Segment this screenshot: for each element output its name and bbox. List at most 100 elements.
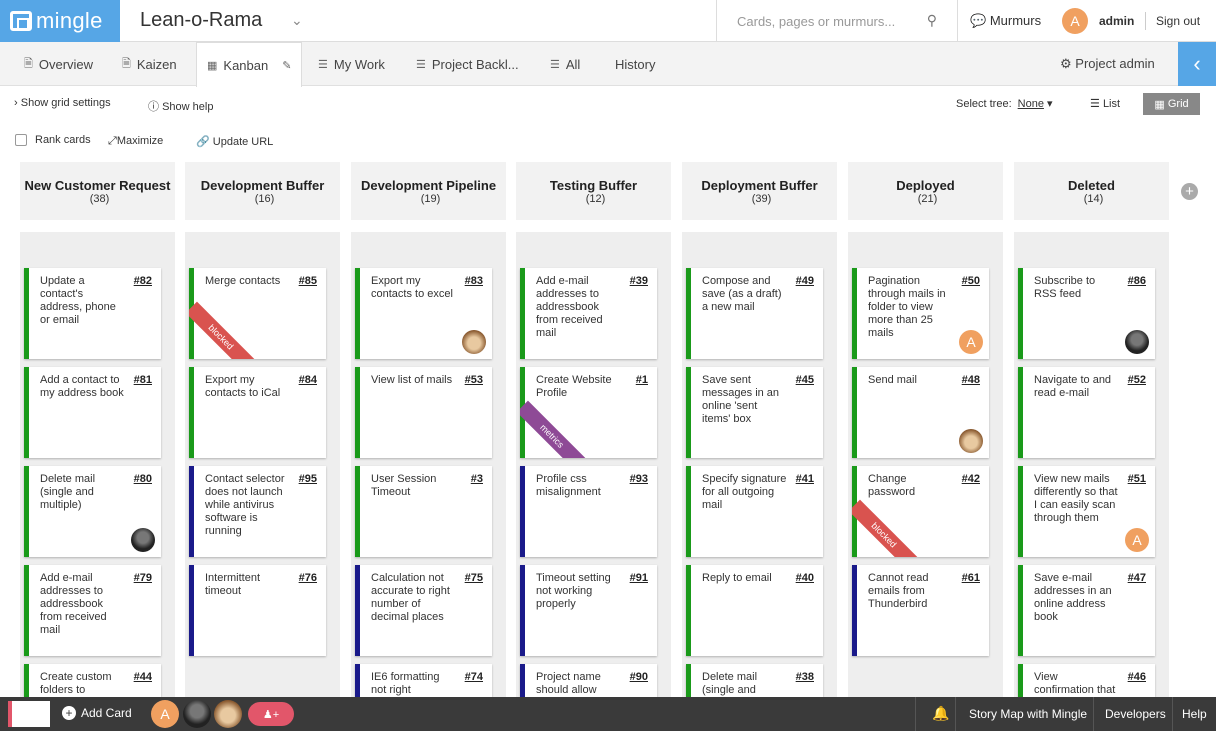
kanban-card[interactable]: Save sent messages in an online 'sent it… <box>686 367 823 458</box>
add-card-button[interactable]: + Add Card <box>62 706 132 720</box>
add-column-icon[interactable]: + <box>1181 183 1198 200</box>
card-owner-avatar[interactable] <box>131 528 155 552</box>
kanban-card[interactable]: Merge contacts #85 blocked <box>189 268 326 359</box>
pencil-icon[interactable]: ✎ <box>282 59 291 72</box>
kanban-card[interactable]: Calculation not accurate to right number… <box>355 565 492 656</box>
kanban-card[interactable]: Subscribe to RSS feed #86 <box>1018 268 1155 359</box>
card-owner-avatar[interactable]: A <box>1125 528 1149 552</box>
column-header[interactable]: Testing Buffer (12) <box>516 162 671 220</box>
kanban-card[interactable]: Project name should allow mixed case #90 <box>520 664 657 697</box>
card-number-link[interactable]: #74 <box>465 671 483 683</box>
select-tree[interactable]: Select tree: None ▾ <box>956 97 1053 110</box>
card-number-link[interactable]: #49 <box>796 275 814 287</box>
show-help[interactable]: ⓘ Show help <box>148 98 213 114</box>
card-number-link[interactable]: #95 <box>299 473 317 485</box>
tab-overview[interactable]: 🗎 Overview <box>24 42 93 86</box>
sign-out-link[interactable]: Sign out <box>1156 14 1200 28</box>
kanban-card[interactable]: Compose and save (as a draft) a new mail… <box>686 268 823 359</box>
kanban-card[interactable]: Add a contact to my address book #81 <box>24 367 161 458</box>
column-header[interactable]: Deployed (21) <box>848 162 1003 220</box>
card-number-link[interactable]: #52 <box>1128 374 1146 386</box>
card-number-link[interactable]: #85 <box>299 275 317 287</box>
card-owner-avatar[interactable] <box>1125 330 1149 354</box>
kanban-card[interactable]: Export my contacts to iCal #84 <box>189 367 326 458</box>
card-number-link[interactable]: #90 <box>630 671 648 683</box>
bell-icon[interactable]: 🔔 <box>932 705 949 722</box>
card-tray[interactable] <box>8 701 50 727</box>
tab-kanban[interactable]: ▦ Kanban ✎ <box>196 42 303 87</box>
story-map-link[interactable]: Story Map with Mingle <box>969 707 1087 721</box>
card-number-link[interactable]: #47 <box>1128 572 1146 584</box>
kanban-card[interactable]: Save e-mail addresses in an online addre… <box>1018 565 1155 656</box>
show-grid-settings[interactable]: › Show grid settings <box>14 97 111 109</box>
kanban-card[interactable]: Add e-mail addresses to addressbook from… <box>520 268 657 359</box>
invite-user-button[interactable]: ♟+ <box>248 702 294 726</box>
card-number-link[interactable]: #80 <box>134 473 152 485</box>
update-url-link[interactable]: 🔗 Update URL <box>196 135 273 148</box>
list-view-button[interactable]: ☰ List <box>1090 97 1120 110</box>
kanban-card[interactable]: View new mails differently so that I can… <box>1018 466 1155 557</box>
tab-history[interactable]: History <box>615 42 655 86</box>
help-link[interactable]: Help <box>1182 707 1207 721</box>
column-header[interactable]: Development Buffer (16) <box>185 162 340 220</box>
rank-cards-checkbox[interactable] <box>15 134 27 146</box>
card-number-link[interactable]: #44 <box>134 671 152 683</box>
card-number-link[interactable]: #38 <box>796 671 814 683</box>
team-avatar[interactable]: A <box>151 700 179 728</box>
grid-view-button[interactable]: ▦ Grid <box>1143 93 1200 115</box>
column-header[interactable]: Deleted (14) <box>1014 162 1169 220</box>
kanban-card[interactable]: Delete mail (single and multiple) #38 <box>686 664 823 697</box>
card-number-link[interactable]: #48 <box>962 374 980 386</box>
kanban-card[interactable]: Specify signature for all outgoing mail #… <box>686 466 823 557</box>
kanban-card[interactable]: IE6 formatting not right #74 <box>355 664 492 697</box>
card-number-link[interactable]: #81 <box>134 374 152 386</box>
kanban-card[interactable]: View confirmation that e-mail was sent #4… <box>1018 664 1155 697</box>
developers-link[interactable]: Developers <box>1105 707 1166 721</box>
kanban-card[interactable]: Add e-mail addresses to addressbook from… <box>24 565 161 656</box>
card-number-link[interactable]: #41 <box>796 473 814 485</box>
kanban-card[interactable]: Change password #42 blocked <box>852 466 989 557</box>
column-header[interactable]: Development Pipeline (19) <box>351 162 506 220</box>
team-avatar[interactable] <box>183 700 211 728</box>
tab-my-work[interactable]: ☰ My Work <box>318 42 385 86</box>
project-admin-link[interactable]: ⚙ Project admin <box>1060 56 1155 72</box>
project-name[interactable]: Lean-o-Rama <box>140 9 262 32</box>
column-header[interactable]: New Customer Request (38) <box>20 162 175 220</box>
card-number-link[interactable]: #79 <box>134 572 152 584</box>
kanban-card[interactable]: Navigate to and read e-mail #52 <box>1018 367 1155 458</box>
card-owner-avatar[interactable] <box>959 429 983 453</box>
kanban-card[interactable]: Contact selector does not launch while a… <box>189 466 326 557</box>
team-avatar[interactable] <box>214 700 242 728</box>
kanban-card[interactable]: View list of mails #53 <box>355 367 492 458</box>
kanban-card[interactable]: Intermittent timeout #76 <box>189 565 326 656</box>
tab-project-backlog[interactable]: ☰ Project Backl... <box>416 42 519 86</box>
collapse-panel-button[interactable]: ‹ <box>1178 42 1216 86</box>
user-avatar[interactable]: A <box>1062 8 1088 34</box>
card-number-link[interactable]: #82 <box>134 275 152 287</box>
column-header[interactable]: Deployment Buffer (39) <box>682 162 837 220</box>
kanban-card[interactable]: Cannot read emails from Thunderbird #61 <box>852 565 989 656</box>
select-tree-value[interactable]: None <box>1018 98 1044 110</box>
mingle-logo[interactable]: mingle <box>0 0 120 42</box>
card-number-link[interactable]: #40 <box>796 572 814 584</box>
card-number-link[interactable]: #53 <box>465 374 483 386</box>
chevron-down-icon[interactable]: ⌄ <box>291 12 303 29</box>
kanban-card[interactable]: Timeout setting not working properly #91 <box>520 565 657 656</box>
card-number-link[interactable]: #86 <box>1128 275 1146 287</box>
kanban-card[interactable]: Create Website Profile #1 metrics <box>520 367 657 458</box>
card-number-link[interactable]: #91 <box>630 572 648 584</box>
card-number-link[interactable]: #84 <box>299 374 317 386</box>
tab-kaizen[interactable]: 🗎 Kaizen <box>122 42 177 86</box>
kanban-card[interactable]: Update a contact's address, phone or ema… <box>24 268 161 359</box>
kanban-card[interactable]: User Session Timeout #3 <box>355 466 492 557</box>
card-number-link[interactable]: #1 <box>636 374 648 386</box>
card-number-link[interactable]: #3 <box>471 473 483 485</box>
search-icon[interactable]: ⚲ <box>927 12 937 29</box>
card-number-link[interactable]: #45 <box>796 374 814 386</box>
card-number-link[interactable]: #50 <box>962 275 980 287</box>
card-number-link[interactable]: #51 <box>1128 473 1146 485</box>
card-number-link[interactable]: #42 <box>962 473 980 485</box>
card-number-link[interactable]: #39 <box>630 275 648 287</box>
kanban-card[interactable]: Send mail #48 <box>852 367 989 458</box>
kanban-card[interactable]: Export my contacts to excel #83 <box>355 268 492 359</box>
